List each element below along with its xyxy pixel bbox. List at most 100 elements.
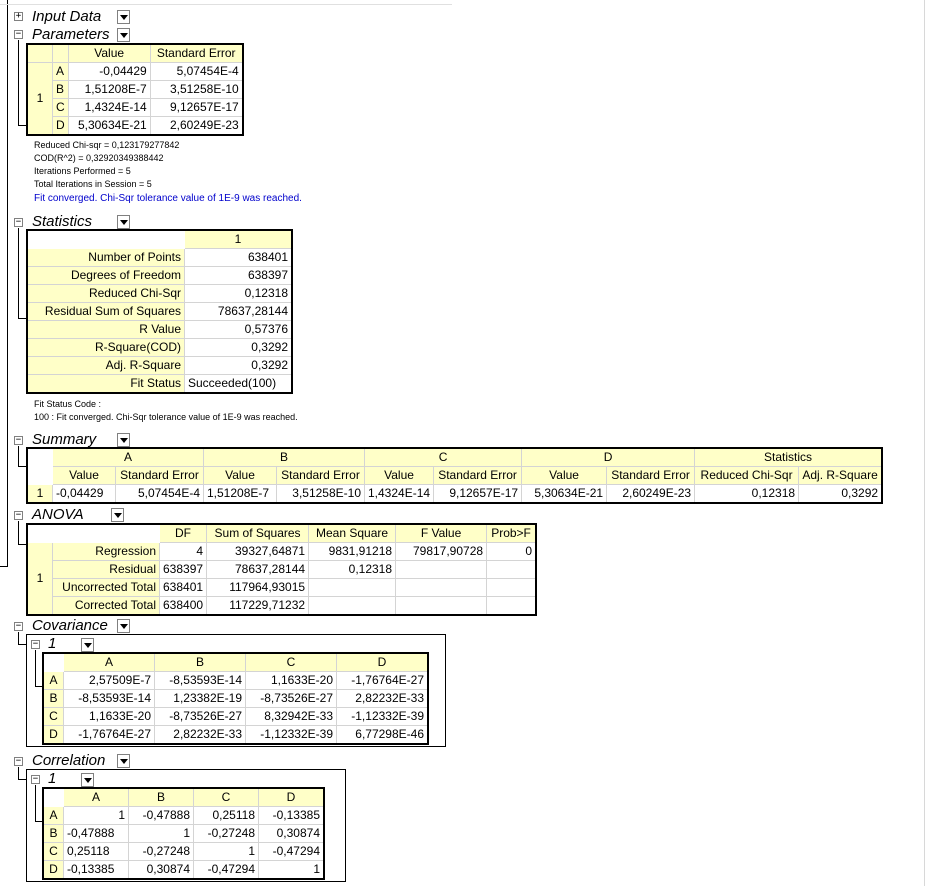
table-cell[interactable] [395,596,488,616]
group-header[interactable]: B [203,447,365,467]
table-cell[interactable]: 2,57509E-7 [63,671,155,690]
table-cell[interactable]: 1,1633E-20 [63,707,155,726]
table-cell[interactable]: -8,73526E-27 [154,707,246,726]
group-header[interactable]: C [363,447,523,467]
table-cell[interactable]: 79817,90728 [395,542,488,561]
table-cell[interactable]: 4 [158,542,208,561]
table-cell[interactable]: -8,53593E-14 [63,689,155,708]
table-cell[interactable]: 39327,64871 [206,542,310,561]
dropdown-arrow-icon[interactable] [117,215,130,229]
dropdown-arrow-icon[interactable] [81,773,94,787]
table-cell[interactable]: -8,73526E-27 [245,689,337,708]
collapse-icon[interactable]: − [14,30,23,39]
table-cell[interactable]: -0,27248 [128,842,194,861]
column-header[interactable]: Standard Error [149,43,244,63]
table-cell[interactable]: -0,04429 [52,484,116,504]
table-cell[interactable]: 0,30874 [258,824,325,843]
dropdown-arrow-icon[interactable] [117,10,130,24]
table-cell[interactable] [486,596,537,616]
column-header[interactable]: D [336,652,429,672]
column-header[interactable]: Standard Error [433,466,523,485]
table-cell[interactable]: 1,23382E-19 [154,689,246,708]
table-cell[interactable]: 0,3292 [798,484,883,504]
table-cell[interactable]: 2,82232E-33 [154,725,246,745]
table-cell[interactable]: 6,77298E-46 [336,725,429,745]
column-header[interactable]: Reduced Chi-Sqr [694,466,800,485]
table-cell[interactable]: 9831,91218 [308,542,397,561]
table-cell[interactable]: -0,47294 [258,842,325,861]
table-cell[interactable]: 1,1633E-20 [245,671,337,690]
column-header[interactable]: 1 [184,229,293,249]
group-header[interactable]: A [52,447,204,467]
column-header[interactable]: Adj. R-Square [798,466,883,485]
collapse-icon[interactable]: − [14,218,23,227]
collapse-icon[interactable]: − [31,775,40,784]
table-cell[interactable]: 0,25118 [63,842,129,861]
table-cell[interactable]: 5,07454E-4 [149,62,244,81]
column-header[interactable]: Sum of Squares [206,523,310,543]
table-cell[interactable]: 78637,28144 [184,302,293,321]
table-cell[interactable]: 638397 [158,560,208,579]
table-cell[interactable]: 9,12657E-17 [149,98,244,117]
column-header[interactable]: Value [67,43,151,63]
table-cell[interactable]: 1 [128,824,194,843]
table-cell[interactable]: 0,12318 [184,284,293,303]
dropdown-arrow-icon[interactable] [117,754,130,768]
table-cell[interactable]: -0,47294 [193,860,259,880]
table-cell[interactable]: -0,13385 [258,806,325,825]
column-header[interactable]: C [245,652,337,672]
dropdown-arrow-icon[interactable] [117,28,130,42]
table-cell[interactable]: 0,57376 [184,320,293,339]
column-header[interactable]: F Value [395,523,488,543]
column-header[interactable]: Value [521,466,608,485]
table-cell[interactable]: 1 [258,860,325,880]
table-cell[interactable]: 638401 [158,578,208,597]
table-cell[interactable]: 2,60249E-23 [149,116,244,136]
table-cell[interactable]: 2,60249E-23 [606,484,696,504]
table-cell[interactable]: 1,4324E-14 [67,98,151,117]
collapse-icon[interactable]: − [14,757,23,766]
column-header[interactable]: Standard Error [606,466,696,485]
collapse-icon[interactable]: − [14,436,23,445]
table-cell[interactable]: 117964,93015 [206,578,310,597]
table-cell[interactable]: Succeeded(100) [184,374,293,394]
column-header[interactable]: A [63,652,155,672]
table-cell[interactable]: 638397 [184,266,293,285]
table-cell[interactable] [395,578,488,597]
table-cell[interactable]: -1,12332E-39 [336,707,429,726]
table-cell[interactable]: 638400 [158,596,208,616]
table-cell[interactable]: 0,30874 [128,860,194,880]
table-cell[interactable]: 1,51208E-7 [203,484,277,504]
table-cell[interactable]: 5,07454E-4 [115,484,204,504]
table-cell[interactable]: 0 [486,542,537,561]
collapse-icon[interactable]: − [14,511,23,520]
dropdown-arrow-icon[interactable] [117,619,130,633]
dropdown-arrow-icon[interactable] [111,508,124,522]
table-cell[interactable]: -1,12332E-39 [245,725,337,745]
dropdown-arrow-icon[interactable] [81,638,94,652]
table-cell[interactable]: 638401 [184,248,293,267]
table-cell[interactable]: 3,51258E-10 [276,484,365,504]
table-cell[interactable]: -1,76764E-27 [336,671,429,690]
table-cell[interactable]: -1,76764E-27 [63,725,155,745]
table-cell[interactable]: 1,51208E-7 [67,80,151,99]
column-header[interactable]: Standard Error [276,466,365,485]
column-header[interactable]: Value [203,466,277,485]
expand-icon[interactable]: + [14,12,23,21]
table-cell[interactable]: 1 [63,806,129,825]
table-cell[interactable]: -0,04429 [67,62,151,81]
table-cell[interactable] [395,560,488,579]
table-cell[interactable] [486,578,537,597]
table-cell[interactable]: 5,30634E-21 [67,116,151,136]
column-header[interactable]: D [258,787,325,807]
table-cell[interactable]: 8,32942E-33 [245,707,337,726]
table-cell[interactable]: 0,3292 [184,338,293,357]
table-cell[interactable] [308,578,397,597]
group-header[interactable]: Statistics [694,447,883,467]
table-cell[interactable]: -0,13385 [63,860,129,880]
table-cell[interactable]: -0,27248 [193,824,259,843]
column-header[interactable]: B [154,652,246,672]
column-header[interactable]: Prob>F [486,523,537,543]
collapse-icon[interactable]: − [31,640,40,649]
column-header[interactable]: B [128,787,194,807]
